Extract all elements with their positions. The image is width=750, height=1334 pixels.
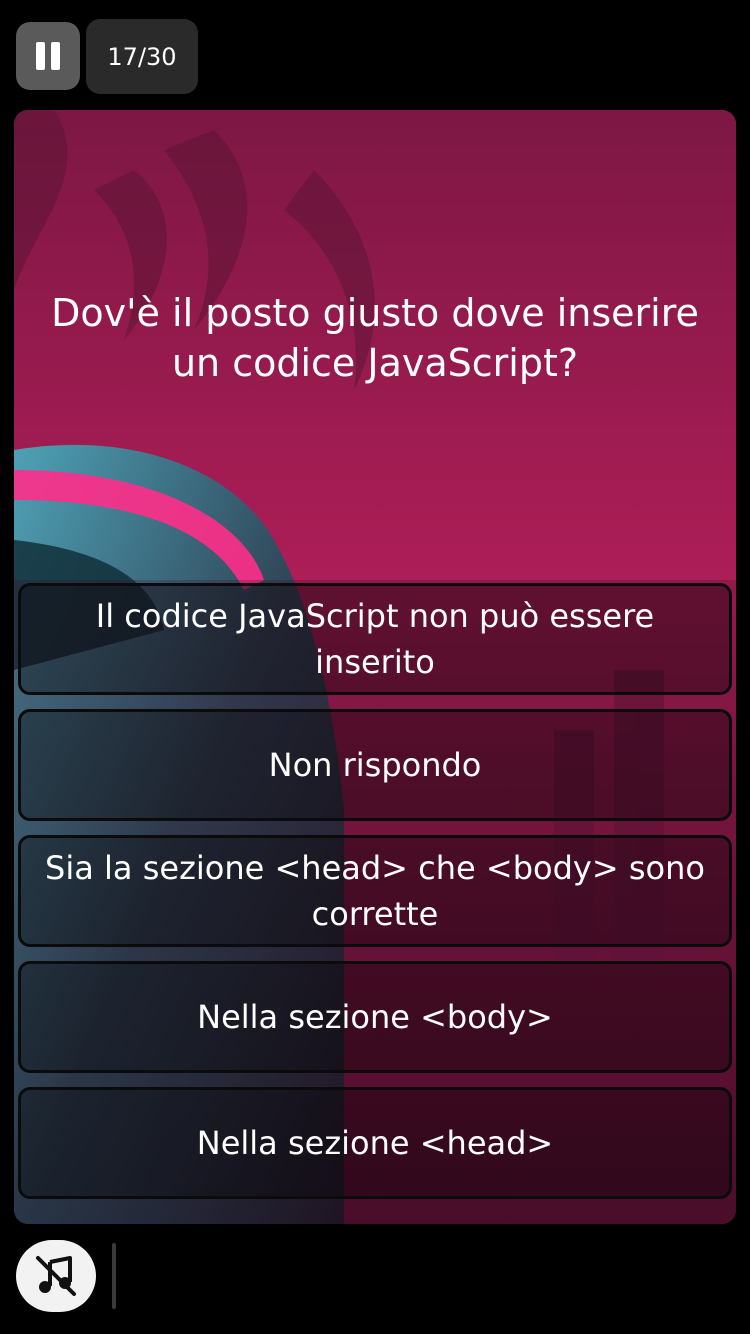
pause-icon-bar <box>51 42 60 70</box>
answer-option-3[interactable]: Sia la sezione <head> che <body> sono co… <box>18 835 732 947</box>
question-counter: 17/30 <box>86 19 198 94</box>
music-toggle-button[interactable] <box>16 1240 96 1312</box>
answer-option-1[interactable]: Il codice JavaScript non può essere inse… <box>18 583 732 695</box>
answer-list: Il codice JavaScript non può essere inse… <box>18 583 732 1213</box>
toolbar-divider <box>112 1243 116 1309</box>
question-text: Dov'è il posto giusto dove inserire un c… <box>51 291 699 385</box>
question-card: Dov'è il posto giusto dove inserire un c… <box>14 110 736 1224</box>
answer-option-4[interactable]: Nella sezione <body> <box>18 961 732 1073</box>
answer-option-2[interactable]: Non rispondo <box>18 709 732 821</box>
pause-button[interactable] <box>16 22 80 90</box>
answer-option-5[interactable]: Nella sezione <head> <box>18 1087 732 1199</box>
pause-icon <box>36 42 45 70</box>
music-off-icon <box>36 1256 76 1296</box>
